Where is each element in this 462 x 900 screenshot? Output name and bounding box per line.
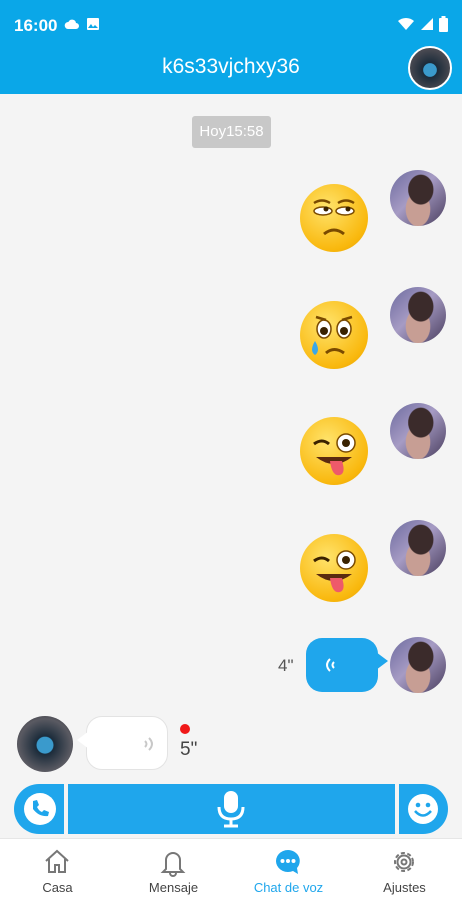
voice-message-bubble[interactable]	[306, 638, 388, 692]
image-icon	[87, 18, 99, 30]
chat-area[interactable]: Hoy15:58 4" 5"	[0, 94, 462, 784]
smiley-icon	[408, 794, 438, 824]
unread-dot	[180, 724, 190, 734]
bell-icon	[160, 852, 186, 877]
tab-ajustes[interactable]: Ajustes	[347, 839, 462, 900]
cloud-icon	[64, 19, 79, 29]
emoji-button[interactable]	[399, 784, 448, 834]
battery-icon	[439, 16, 448, 32]
contact-avatar[interactable]	[17, 716, 73, 772]
app-header: 16:00 k6s33vjchxy36	[0, 0, 462, 94]
crying-face-emoji[interactable]	[300, 301, 368, 369]
winking-tongue-face-emoji[interactable]	[300, 417, 368, 485]
my-avatar[interactable]	[390, 520, 446, 576]
my-avatar[interactable]	[390, 170, 446, 226]
microphone-icon	[217, 791, 245, 828]
tab-label: Casa	[42, 880, 73, 895]
hold-to-talk-button[interactable]	[68, 784, 395, 834]
voice-duration: 4"	[278, 656, 294, 675]
my-avatar[interactable]	[390, 403, 446, 459]
call-button[interactable]	[14, 784, 64, 834]
tab-label: Ajustes	[383, 880, 426, 895]
tab-label: Chat de voz	[253, 880, 324, 895]
phone-icon	[24, 793, 56, 825]
tab-chat-de-voz[interactable]: Chat de voz	[231, 839, 346, 900]
status-time: 16:00	[14, 16, 58, 35]
signal-icon	[421, 18, 433, 30]
contact-avatar[interactable]	[408, 46, 452, 90]
winking-tongue-face-emoji[interactable]	[300, 534, 368, 602]
chat-title: k6s33vjchxy36	[162, 55, 300, 78]
chat-timestamp: Hoy15:58	[192, 116, 271, 148]
my-avatar[interactable]	[390, 287, 446, 343]
tab-mensaje[interactable]: Mensaje	[116, 839, 231, 900]
bottom-tab-bar: Casa Mensaje Chat de voz Ajustes	[0, 838, 462, 900]
status-bar: 16:00	[0, 0, 462, 50]
sound-wave-icon	[144, 737, 153, 751]
my-avatar[interactable]	[390, 637, 446, 693]
voice-message-bubble[interactable]	[77, 716, 168, 770]
sound-wave-icon	[326, 658, 335, 672]
voice-duration: 5"	[180, 739, 198, 760]
chat-bubble-icon	[276, 850, 300, 874]
input-bar	[14, 784, 448, 834]
unamused-face-emoji[interactable]	[300, 184, 368, 252]
gear-icon	[394, 852, 414, 872]
tab-label: Mensaje	[148, 880, 199, 895]
tab-casa[interactable]: Casa	[0, 839, 115, 900]
home-icon	[45, 849, 69, 873]
wifi-icon	[398, 17, 414, 30]
